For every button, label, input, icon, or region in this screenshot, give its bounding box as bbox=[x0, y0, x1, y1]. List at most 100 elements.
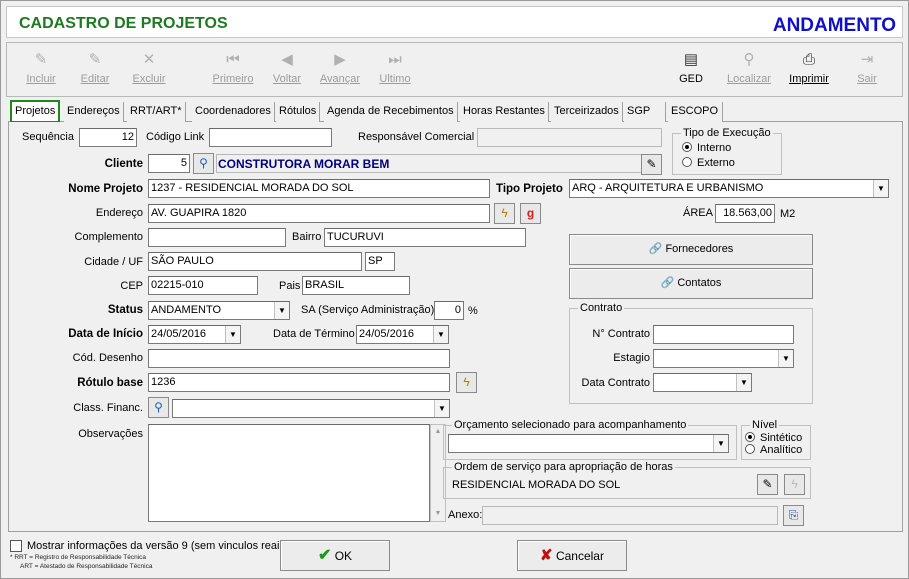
tab-escopo[interactable]: ESCOPO bbox=[668, 102, 723, 122]
observacoes-textarea[interactable] bbox=[148, 424, 430, 522]
estagio-select[interactable]: ▼ bbox=[653, 349, 794, 368]
exit-icon: ⇥ bbox=[860, 51, 874, 68]
cidade-uf-label: Cidade / UF bbox=[84, 256, 143, 268]
data-inicio-label: Data de Início bbox=[68, 328, 143, 340]
chevron-down-icon: ▼ bbox=[225, 326, 240, 343]
chevron-down-icon: ▼ bbox=[713, 435, 728, 452]
radio-externo[interactable]: Externo bbox=[682, 157, 735, 169]
cod-desenho-field[interactable] bbox=[148, 349, 450, 368]
os-value: RESIDENCIAL MORADA DO SOL bbox=[452, 479, 621, 491]
resp-comercial-field[interactable] bbox=[477, 128, 662, 147]
mostrar-versao9-checkbox[interactable] bbox=[10, 540, 22, 552]
sa-label: SA (Serviço Administração) bbox=[301, 304, 435, 316]
data-inicio-field[interactable]: 24/05/2016 ▼ bbox=[148, 325, 241, 344]
sair-button[interactable]: ⇥ Sair bbox=[837, 45, 897, 95]
tab-coordenadores[interactable]: Coordenadores bbox=[192, 102, 275, 122]
ged-button[interactable]: ▤ GED bbox=[661, 45, 721, 95]
n-contrato-field[interactable] bbox=[653, 325, 794, 344]
os-lightning-button[interactable]: ϟ bbox=[784, 474, 805, 495]
tab-agenda-recebimentos[interactable]: Agenda de Recebimentos bbox=[324, 102, 458, 122]
sequencia-field[interactable]: 12 bbox=[79, 128, 137, 147]
scroll-down-icon: ▼ bbox=[434, 510, 442, 517]
rotulo-base-label: Rótulo base bbox=[77, 377, 143, 389]
resp-comercial-label: Responsável Comercial bbox=[358, 131, 475, 143]
chevron-down-icon: ▼ bbox=[434, 400, 449, 417]
radio-selected-icon bbox=[745, 432, 755, 442]
chevron-down-icon: ▼ bbox=[873, 180, 888, 197]
printer-icon: ⎙ bbox=[802, 51, 815, 68]
edit-icon: ✎ bbox=[762, 477, 773, 491]
orcamento-select[interactable]: ▼ bbox=[448, 434, 729, 453]
excluir-button[interactable]: ✕ Excluir bbox=[119, 45, 179, 95]
tab-rotulos[interactable]: Rótulos bbox=[276, 102, 321, 122]
uf-field[interactable]: SP bbox=[365, 252, 395, 271]
rotulo-lightning-button[interactable]: ϟ bbox=[456, 372, 477, 393]
radio-sintetico[interactable]: Sintético bbox=[745, 432, 802, 444]
chevron-down-icon: ▼ bbox=[778, 350, 793, 367]
codigo-link-field[interactable] bbox=[209, 128, 332, 147]
localizar-button[interactable]: ⚲ Localizar bbox=[719, 45, 779, 95]
radio-interno[interactable]: Interno bbox=[682, 142, 731, 154]
maps-button[interactable]: g bbox=[520, 203, 541, 224]
tab-horas-restantes[interactable]: Horas Restantes bbox=[460, 102, 549, 122]
anexo-field[interactable] bbox=[482, 506, 778, 525]
tipo-execucao-label: Tipo de Execução bbox=[681, 127, 773, 139]
rotulo-base-field[interactable]: 1236 bbox=[148, 373, 450, 392]
ultimo-button[interactable]: ⏭ Ultimo bbox=[365, 45, 425, 95]
first-record-icon: ⏮ bbox=[226, 51, 240, 68]
status-label: Status bbox=[107, 304, 143, 316]
ok-button[interactable]: ✔ OK bbox=[280, 540, 390, 571]
anexo-attach-button[interactable]: ⎘ bbox=[783, 505, 804, 526]
class-financ-select[interactable]: ▼ bbox=[172, 399, 450, 418]
data-contrato-field[interactable]: ▼ bbox=[653, 373, 752, 392]
contatos-button[interactable]: 🔗 Contatos bbox=[569, 268, 813, 299]
cep-field[interactable]: 02215-010 bbox=[148, 276, 258, 295]
mostrar-versao9-label: Mostrar informações da versão 9 (sem vin… bbox=[27, 540, 289, 552]
lightning-icon: ϟ bbox=[501, 206, 508, 220]
endereco-lightning-button[interactable]: ϟ bbox=[494, 203, 515, 224]
estagio-label: Estagio bbox=[613, 352, 650, 364]
voltar-button[interactable]: ◀ Voltar bbox=[257, 45, 317, 95]
radio-analitico[interactable]: Analítico bbox=[745, 444, 802, 456]
tab-sgp[interactable]: SGP bbox=[624, 102, 666, 122]
tab-terceirizados[interactable]: Terceirizados bbox=[551, 102, 623, 122]
bairro-field[interactable]: TUCURUVI bbox=[324, 228, 526, 247]
tab-enderecos[interactable]: Endereços bbox=[64, 102, 124, 122]
status-select[interactable]: ANDAMENTO ▼ bbox=[148, 301, 290, 320]
complemento-field[interactable] bbox=[148, 228, 286, 247]
radio-icon bbox=[682, 157, 692, 167]
tipo-projeto-select[interactable]: ARQ - ARQUITETURA E URBANISMO ▼ bbox=[569, 179, 889, 198]
avancar-button[interactable]: ▶ Avançar bbox=[310, 45, 370, 95]
tab-rrt-art[interactable]: RRT/ART* bbox=[127, 102, 186, 122]
delete-icon: ✕ bbox=[142, 51, 156, 68]
tab-projetos[interactable]: Projetos bbox=[10, 100, 61, 123]
area-field[interactable]: 18.563,00 bbox=[715, 204, 775, 223]
class-financ-search-button[interactable]: ⚲ bbox=[148, 397, 169, 418]
os-edit-button[interactable]: ✎ bbox=[757, 474, 778, 495]
search-icon: ⚲ bbox=[743, 51, 755, 68]
data-termino-field[interactable]: 24/05/2016 ▼ bbox=[356, 325, 449, 344]
cidade-field[interactable]: SÃO PAULO bbox=[148, 252, 362, 271]
edit-icon: ✎ bbox=[646, 157, 657, 171]
radio-selected-icon bbox=[682, 142, 692, 152]
imprimir-button[interactable]: ⎙ Imprimir bbox=[779, 45, 839, 95]
contrato-label: Contrato bbox=[578, 302, 625, 314]
n-contrato-label: N° Contrato bbox=[592, 328, 650, 340]
fornecedores-button[interactable]: 🔗 Fornecedores bbox=[569, 234, 813, 265]
add-document-icon: ✎ bbox=[34, 51, 48, 68]
art-note: ART = Atestado de Responsabilidade Técni… bbox=[20, 563, 153, 570]
cliente-code-field[interactable]: 5 bbox=[148, 154, 190, 173]
link-icon: 🔗 bbox=[648, 243, 663, 255]
nome-projeto-field[interactable]: 1237 - RESIDENCIAL MORADA DO SOL bbox=[148, 179, 490, 198]
editar-button[interactable]: ✎ Editar bbox=[65, 45, 125, 95]
data-contrato-label: Data Contrato bbox=[581, 377, 650, 389]
endereco-field[interactable]: AV. GUAPIRA 1820 bbox=[148, 204, 490, 223]
sa-field[interactable]: 0 bbox=[434, 301, 464, 320]
primeiro-button[interactable]: ⏮ Primeiro bbox=[203, 45, 263, 95]
cancelar-button[interactable]: ✘ Cancelar bbox=[517, 540, 627, 571]
pais-field[interactable]: BRASIL bbox=[302, 276, 410, 295]
incluir-button[interactable]: ✎ Incluir bbox=[11, 45, 71, 95]
cliente-edit-button[interactable]: ✎ bbox=[641, 154, 662, 175]
cliente-search-button[interactable]: ⚲ bbox=[193, 153, 214, 174]
cep-label: CEP bbox=[120, 280, 143, 292]
